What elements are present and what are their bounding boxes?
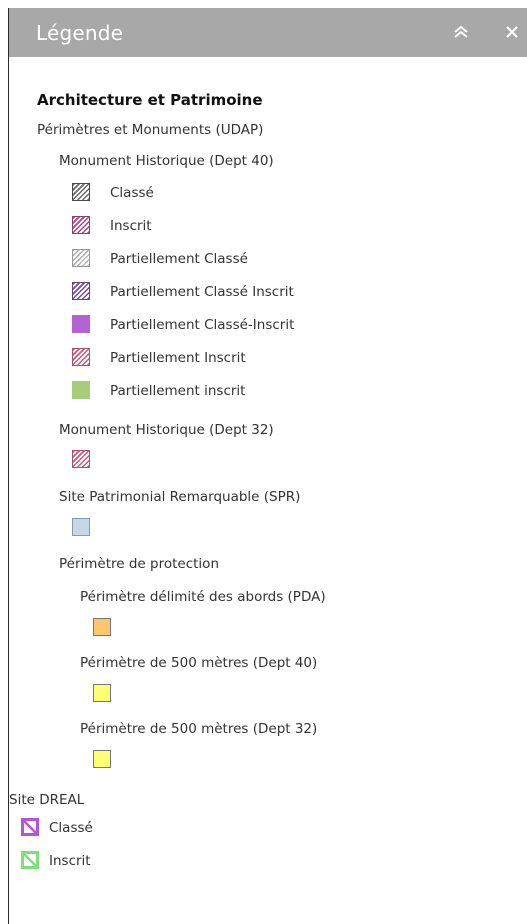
sublayer-label-500-40: Périmètre de 500 mètres (Dept 40) [80,655,318,671]
layer-label-site-dreal: Site DREAL [9,792,85,808]
legend-symbol-pda [93,618,111,636]
legend-item-label: Partiellement inscrit [110,383,246,399]
legend-symbol-partiellement-classe-inscrit [72,282,90,300]
legend-item-label: Partiellement Classé-Inscrit [110,317,295,333]
panel-header: Légende [9,8,527,57]
group-label-udap: Périmètres et Monuments (UDAP) [37,122,264,138]
legend-item-label: Inscrit [110,218,152,234]
legend-panel: Légende Architecture et Patrimoine Périm… [8,8,527,924]
sublayer-label-mh40: Monument Historique (Dept 40) [59,153,274,169]
legend-item-label: Classé [49,820,93,836]
legend-item-label: Partiellement Inscrit [110,350,246,366]
legend-item-label: Classé [110,185,154,201]
legend-symbol-partiellement-inscrit-green [72,381,90,399]
legend-item-label: Partiellement Classé Inscrit [110,284,294,300]
sublayer-label-pda: Périmètre délimité des abords (PDA) [80,589,326,605]
legend-item-label: Partiellement Classé [110,251,248,267]
close-icon[interactable] [499,18,525,46]
sublayer-label-500-32: Périmètre de 500 mètres (Dept 32) [80,721,318,737]
panel-title: Légende [36,21,124,45]
legend-symbol-partiellement-classe-inscrit-solid [72,315,90,333]
legend-symbol-inscrit [72,216,90,234]
legend-symbol-dreal-classe [21,818,39,836]
legend-symbol-partiellement-inscrit [72,348,90,366]
legend-symbol-partiellement-classe [72,249,90,267]
legend-symbol-500-32 [93,750,111,768]
legend-symbol-500-40 [93,684,111,702]
legend-symbol-dreal-inscrit [21,851,39,869]
sublayer-label-mh32: Monument Historique (Dept 32) [59,422,274,438]
legend-symbol-classe [72,183,90,201]
double-chevron-up-icon[interactable] [448,18,474,46]
sublayer-label-protection: Périmètre de protection [59,556,219,572]
layer-title: Architecture et Patrimoine [37,91,263,109]
legend-item-label: Inscrit [49,853,91,869]
sublayer-label-spr: Site Patrimonial Remarquable (SPR) [59,489,301,505]
legend-symbol-spr [72,518,90,536]
legend-symbol-mh32 [72,450,90,468]
